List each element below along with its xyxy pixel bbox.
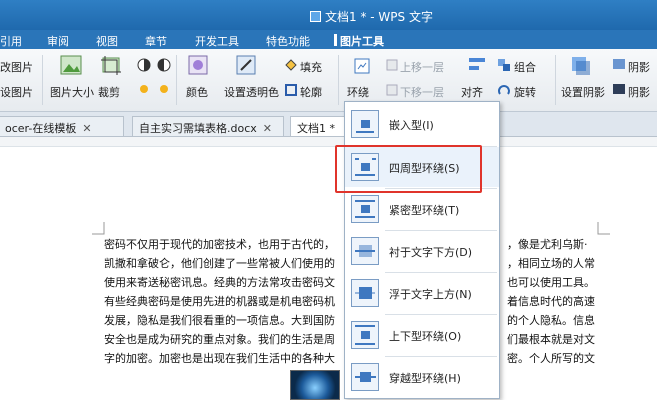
group-button[interactable]: 组合 <box>514 59 536 75</box>
picture-size-icon <box>60 55 82 75</box>
tab-online-template[interactable]: ocer-在线模板 ✕ <box>0 116 124 136</box>
inline-wrap-icon <box>351 110 379 138</box>
group-icon <box>498 59 510 71</box>
highlight-box <box>335 145 482 193</box>
menu-item-tight[interactable]: 紧密型环绕(T) <box>345 189 499 229</box>
tab-label: ocer-在线模板 <box>5 122 77 135</box>
set-transparent-button[interactable]: 设置透明色 <box>224 84 279 100</box>
menu-bar: 引用 审阅 视图 章节 开发工具 特色功能 图片工具 <box>0 30 657 49</box>
menu-picture-tools[interactable]: 图片工具 <box>334 33 384 49</box>
menu-item-behind-text[interactable]: 衬于文字下方(D) <box>345 231 499 271</box>
send-backward-icon <box>386 84 398 96</box>
ruler <box>0 137 657 147</box>
shadow-button-1[interactable]: 阴影 <box>628 59 650 75</box>
tab-internship-form[interactable]: 自主实习需填表格.docx ✕ <box>132 116 284 136</box>
bring-forward-button[interactable]: 上移一层 <box>400 59 444 75</box>
reset-picture-button[interactable]: 设图片 <box>0 84 33 100</box>
color-button[interactable]: 颜色 <box>186 84 208 100</box>
outline-button[interactable]: 轮廓 <box>300 84 322 100</box>
contrast-icons <box>137 58 171 72</box>
send-backward-button[interactable]: 下移一层 <box>400 84 444 100</box>
rotate-button[interactable]: 旋转 <box>514 84 536 100</box>
margin-corner-right <box>597 222 610 235</box>
align-icon <box>469 58 485 70</box>
crop-icon <box>101 56 121 75</box>
tight-wrap-icon <box>351 195 379 223</box>
shadow-icon <box>572 57 590 75</box>
through-wrap-icon <box>351 363 379 391</box>
color-icon <box>188 55 208 75</box>
menu-sections[interactable]: 章节 <box>145 33 167 49</box>
menu-item-through[interactable]: 穿越型环绕(H) <box>345 357 499 397</box>
align-button[interactable]: 对齐 <box>461 84 483 100</box>
bring-forward-icon <box>386 59 398 71</box>
margin-corner-left <box>92 222 105 235</box>
inserted-picture[interactable] <box>290 370 340 400</box>
top-bottom-wrap-icon <box>351 321 379 349</box>
menu-view[interactable]: 视图 <box>96 33 118 49</box>
behind-text-icon <box>351 237 379 265</box>
shadow-small-icon-1 <box>613 59 625 69</box>
in-front-of-text-icon <box>351 279 379 307</box>
change-picture-button[interactable]: 改图片 <box>0 59 33 75</box>
menu-references[interactable]: 引用 <box>0 33 22 49</box>
close-icon[interactable]: ✕ <box>263 122 272 135</box>
window-title-text: 文档1 * - WPS 文字 <box>325 10 433 24</box>
brightness-icons <box>140 85 168 93</box>
fill-button[interactable]: 填充 <box>300 59 322 75</box>
menu-developer[interactable]: 开发工具 <box>195 33 239 49</box>
wrap-icon <box>354 58 370 74</box>
window-title: 文档1 * - WPS 文字 <box>310 8 433 25</box>
menu-features[interactable]: 特色功能 <box>266 33 310 49</box>
document-icon <box>310 11 321 22</box>
crop-button[interactable]: 裁剪 <box>98 84 120 100</box>
document-tab-bar: ocer-在线模板 ✕ 自主实习需填表格.docx ✕ 文档1 * <box>0 112 657 137</box>
picture-size-button[interactable]: 图片大小 <box>50 84 94 100</box>
menu-review[interactable]: 审阅 <box>47 33 69 49</box>
ribbon: 改图片 设图片 图片大小 裁剪 颜色 设置透明色 填充 轮廓 环绕 上移一层 下… <box>0 49 657 151</box>
menu-item-in-front-of-text[interactable]: 浮于文字上方(N) <box>345 273 499 313</box>
tab-label: 自主实习需填表格.docx <box>139 122 257 135</box>
close-icon[interactable]: ✕ <box>82 122 91 135</box>
menu-item-inline[interactable]: 嵌入型(I) <box>345 104 499 144</box>
tab-label: 文档1 * <box>297 122 335 135</box>
rotate-icon <box>498 85 510 95</box>
fill-icon <box>285 59 297 71</box>
menu-item-top-bottom[interactable]: 上下型环绕(O) <box>345 315 499 355</box>
set-shadow-button[interactable]: 设置阴影 <box>561 84 605 100</box>
title-bar: 文档1 * - WPS 文字 <box>0 0 657 30</box>
tab-document1[interactable]: 文档1 * <box>290 116 350 136</box>
wrap-button[interactable]: 环绕 <box>347 84 369 100</box>
shadow-small-icon-2 <box>613 84 625 94</box>
outline-icon <box>285 84 297 96</box>
shadow-button-2[interactable]: 阴影 <box>628 84 650 100</box>
transparent-icon <box>236 55 256 75</box>
